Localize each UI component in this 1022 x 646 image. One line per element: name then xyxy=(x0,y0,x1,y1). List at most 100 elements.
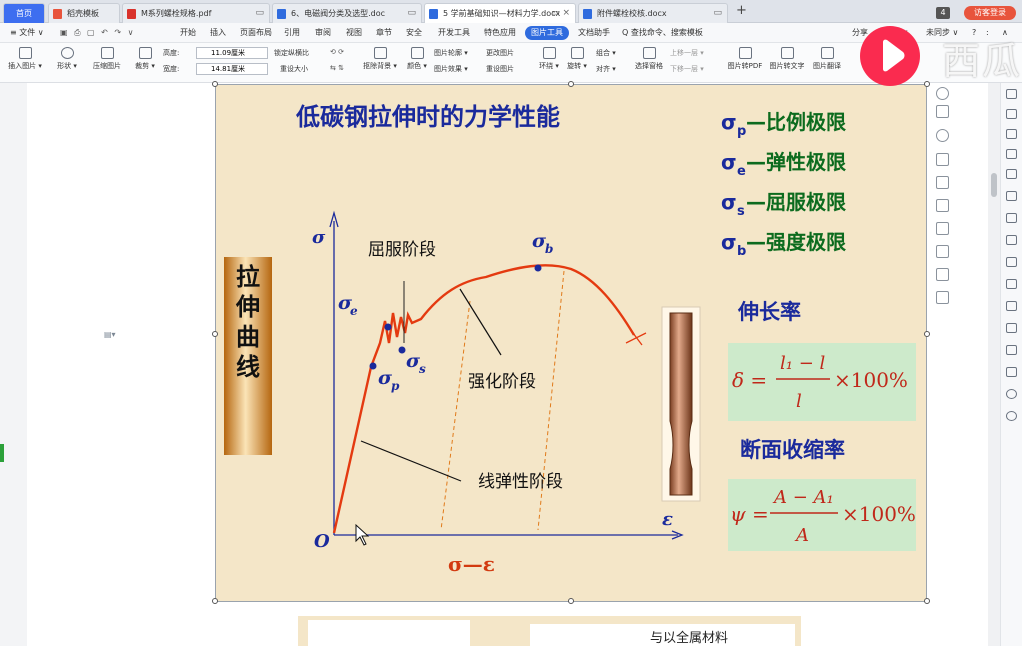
rotate-icons[interactable]: ⟲ ⟳ xyxy=(330,48,344,56)
sections-icon[interactable] xyxy=(1006,191,1017,201)
table-icon[interactable] xyxy=(1006,235,1017,245)
history-icon[interactable] xyxy=(1006,389,1017,399)
menu-home[interactable]: 开始 xyxy=(180,26,196,40)
resize-handle[interactable] xyxy=(212,598,218,604)
cursor-tool-icon[interactable] xyxy=(1006,89,1017,99)
select-icon[interactable] xyxy=(1006,109,1017,119)
ocr-icon xyxy=(780,47,794,59)
copy-icon[interactable] xyxy=(936,222,949,235)
paragraph-anchor-icon[interactable]: ▤▾ xyxy=(104,330,116,339)
tab-daoke[interactable]: 稻壳模板 xyxy=(48,3,120,23)
height-label: 高度: xyxy=(163,49,180,57)
shape-button[interactable]: 形状 ▾ xyxy=(52,47,82,71)
align-button[interactable]: 对齐 ▾ xyxy=(596,64,616,74)
origin-label: O xyxy=(314,531,330,552)
side-label-char: 曲 xyxy=(236,323,260,351)
next-picture[interactable]: 与以全属材料 xyxy=(298,616,801,646)
menu-reference[interactable]: 引用 xyxy=(284,26,300,40)
bring-forward-button[interactable]: 上移一层 ▾ xyxy=(670,48,704,58)
width-input[interactable]: 14.81厘米 xyxy=(196,63,268,75)
more-tools-icon[interactable] xyxy=(936,291,949,304)
collapse-icon[interactable] xyxy=(936,87,949,100)
color-button[interactable]: 颜色 ▾ xyxy=(404,47,430,71)
change-picture-button[interactable]: 更改图片 xyxy=(486,48,514,58)
lock-aspect-checkbox[interactable]: 锁定纵横比 xyxy=(274,48,309,58)
height-input[interactable]: 11.09厘米 xyxy=(196,47,268,59)
ocr-icon[interactable] xyxy=(936,199,949,212)
help-icon[interactable] xyxy=(1006,411,1017,421)
style-icon[interactable] xyxy=(1006,169,1017,179)
zoom-icon[interactable] xyxy=(936,129,949,142)
width-value: 14.81厘米 xyxy=(211,65,246,73)
remove-background-icon[interactable] xyxy=(936,153,949,166)
document-icon[interactable] xyxy=(1006,257,1017,267)
resume-icon[interactable] xyxy=(1006,213,1017,223)
menu-review[interactable]: 审阅 xyxy=(315,26,331,40)
flip-icons[interactable]: ⇆ ⇅ xyxy=(330,64,344,72)
menu-developer[interactable]: 开发工具 xyxy=(438,26,470,40)
tab-pdf[interactable]: M系列螺栓规格.pdf ▭ xyxy=(122,3,270,23)
menu-view[interactable]: 视图 xyxy=(346,26,362,40)
backup-icon[interactable] xyxy=(1006,367,1017,377)
resize-handle[interactable] xyxy=(212,81,218,87)
menu-insert[interactable]: 插入 xyxy=(210,26,226,40)
selected-picture[interactable]: 低碳钢拉伸时的力学性能 σ p —比例极限 σ e —弹性极限 σ s —屈服极… xyxy=(215,84,927,602)
resize-handle[interactable] xyxy=(924,331,930,337)
comment-icon[interactable] xyxy=(1006,301,1017,311)
menu-chapter[interactable]: 章节 xyxy=(376,26,392,40)
def-sigma-e-symbol: σ xyxy=(721,150,737,174)
scrollbar-thumb[interactable] xyxy=(991,173,997,197)
resize-handle[interactable] xyxy=(568,598,574,604)
tab-home[interactable]: 首页 xyxy=(3,3,45,23)
reset-picture-button[interactable]: 重设图片 xyxy=(486,64,514,74)
sigma-e-sub: e xyxy=(350,304,358,318)
picture-effect-button[interactable]: 图片效果 ▾ xyxy=(434,64,468,74)
remove-background-button[interactable]: 抠除背景 ▾ xyxy=(360,47,400,71)
insert-picture-button[interactable]: 插入图片 ▾ xyxy=(8,47,42,71)
resize-handle[interactable] xyxy=(568,81,574,87)
shapes-icon[interactable] xyxy=(1006,129,1017,139)
edit-icon[interactable] xyxy=(1006,149,1017,159)
compress-picture-button[interactable]: 压缩图片 xyxy=(90,47,124,71)
vertical-scrollbar[interactable] xyxy=(988,83,1000,646)
tab-doc-valve[interactable]: 6、电磁阀分类及选型.doc ▭ xyxy=(272,3,422,23)
share-icon[interactable] xyxy=(1006,279,1017,289)
layout-options-icon[interactable] xyxy=(936,105,949,118)
picture-to-pdf-button[interactable]: 图片转PDF xyxy=(726,47,764,71)
reset-size-button[interactable]: 重设大小 xyxy=(280,64,308,74)
image-icon[interactable] xyxy=(1006,323,1017,333)
menu-picture-tools[interactable]: 图片工具 xyxy=(525,26,569,40)
send-backward-button[interactable]: 下移一层 ▾ xyxy=(670,64,704,74)
menu-security[interactable]: 安全 xyxy=(406,26,422,40)
point-sigma-b xyxy=(534,264,542,272)
picture-outline-button[interactable]: 图片轮廓 ▾ xyxy=(434,48,468,58)
command-search[interactable]: Q 查找命令、搜索模板 xyxy=(622,26,703,40)
paste-icon[interactable] xyxy=(936,245,949,258)
crop-button[interactable]: 裁剪 ▾ xyxy=(132,47,158,71)
tab-close-icon[interactable]: ▭ xyxy=(407,4,416,23)
wrap-button[interactable]: 环绕 ▾ xyxy=(536,47,562,71)
quick-access-icons[interactable]: ▣ ⎙ ▢ ↶ ↷ ∨ xyxy=(60,26,136,40)
menu-file[interactable]: ≡ 文件 ∨ xyxy=(10,26,44,40)
tab-close-icon[interactable]: ▭ xyxy=(255,4,264,23)
tab-close-icon[interactable]: ▭ xyxy=(713,4,722,23)
resize-handle[interactable] xyxy=(212,331,218,337)
resize-handle[interactable] xyxy=(924,598,930,604)
menu-features[interactable]: 特色应用 xyxy=(484,26,516,40)
picture-translate-button[interactable]: 图片翻译 xyxy=(810,47,844,71)
crop-icon[interactable] xyxy=(936,176,949,189)
specimen-rod xyxy=(669,312,693,496)
tab-doc-bolt[interactable]: 附件螺栓校核.docx ▭ xyxy=(578,3,728,23)
menu-layout[interactable]: 页面布局 xyxy=(240,26,272,40)
login-button[interactable]: 访客登录 xyxy=(964,6,1016,20)
tools-icon[interactable] xyxy=(1006,345,1017,355)
rotate-button[interactable]: 旋转 ▾ xyxy=(564,47,590,71)
tab-doc-mechanics[interactable]: 5 学前基础知识—材料力学.docx ▭ × xyxy=(424,3,576,23)
selection-pane-button[interactable]: 选择窗格 xyxy=(632,47,666,71)
group-button[interactable]: 组合 ▾ xyxy=(596,48,616,58)
tab-close-icon[interactable]: ▭ × xyxy=(551,4,570,23)
picture-to-text-button[interactable]: 图片转文字 xyxy=(768,47,806,71)
new-tab-button[interactable]: + xyxy=(736,3,747,18)
group-icon[interactable] xyxy=(936,268,949,281)
menu-doc-assistant[interactable]: 文档助手 xyxy=(578,26,610,40)
